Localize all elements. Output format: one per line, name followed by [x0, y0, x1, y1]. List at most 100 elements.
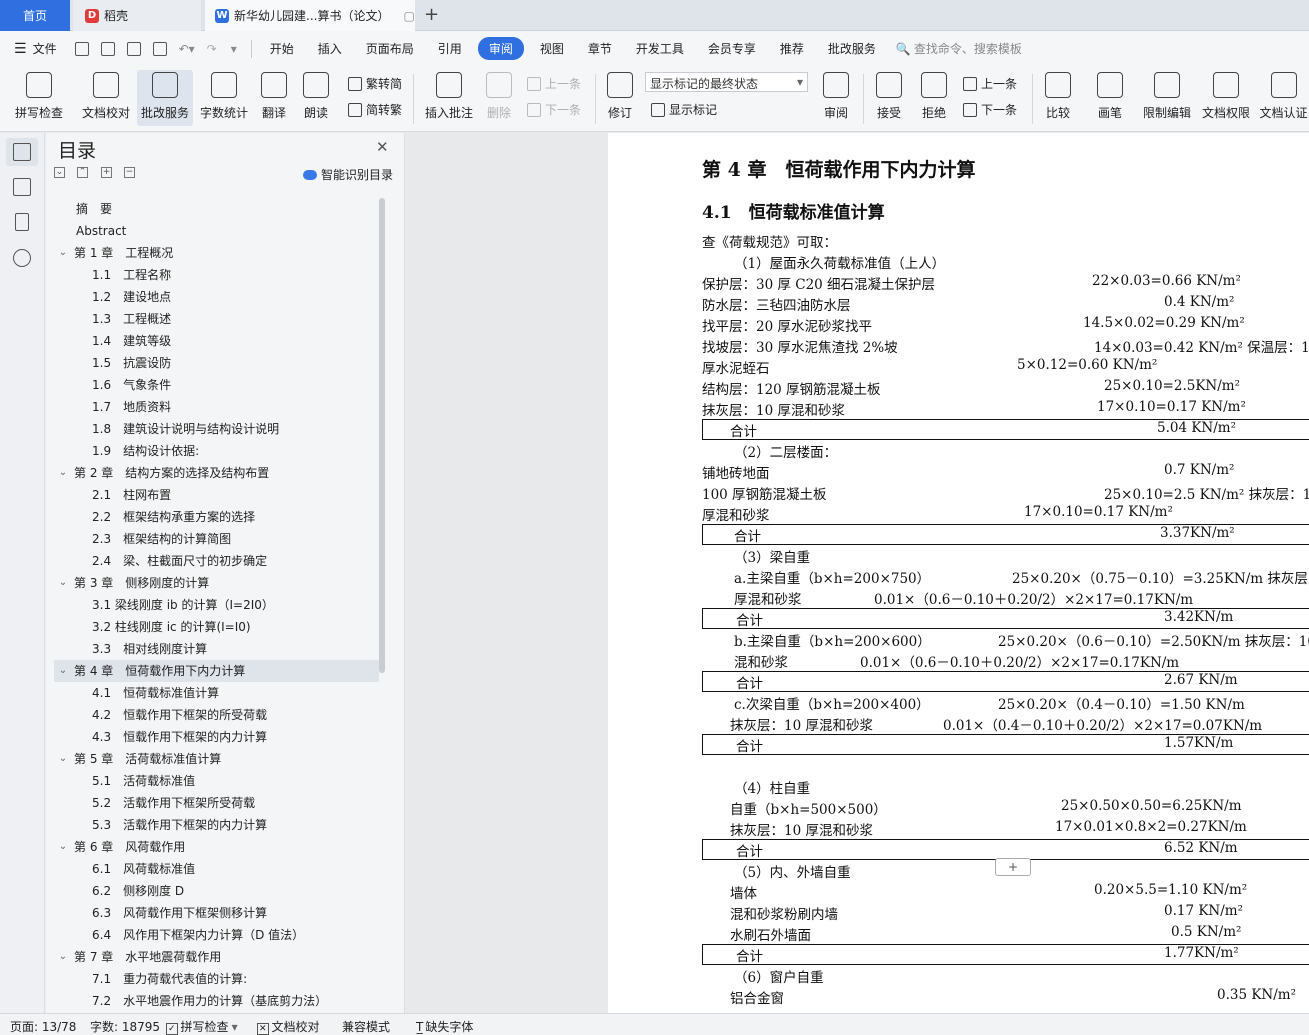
toc-item[interactable]: 6.4 风作用下框架内力计算（D 值法） — [54, 924, 379, 946]
redo-icon[interactable]: ↷ — [207, 42, 217, 56]
toc-item[interactable]: 1.6 气象条件 — [54, 374, 379, 396]
toc-item[interactable]: 3.1 梁线刚度 ib 的计算（I=2I0） — [54, 594, 379, 616]
tab-close-icon[interactable]: ▢ — [403, 9, 414, 23]
toc-item[interactable]: 1.2 建设地点 — [54, 286, 379, 308]
read-aloud-button[interactable]: 朗读 — [298, 70, 334, 126]
prev-comment-button[interactable]: 上一条 — [527, 75, 581, 92]
new-tab-button[interactable]: + — [424, 4, 439, 25]
reject-button[interactable]: 拒绝 — [916, 70, 952, 126]
chevron-down-icon[interactable]: ⌄ — [58, 748, 68, 770]
doc-proof-button[interactable]: 文档校对 — [78, 70, 134, 126]
toc-item[interactable]: 5.2 活载作用下框架所受荷载 — [54, 792, 379, 814]
chevron-down-icon[interactable]: ⌄ — [58, 462, 68, 484]
export-icon[interactable] — [100, 41, 115, 56]
save-icon[interactable] — [74, 41, 89, 56]
chevron-down-icon[interactable]: ⌄ — [58, 836, 68, 858]
toc-item[interactable]: 1.5 抗震设防 — [54, 352, 379, 374]
toc-item[interactable]: 1.3 工程概述 — [54, 308, 379, 330]
toc-item[interactable]: 7.2 水平地震作用力的计算（基底剪力法） — [54, 990, 379, 1008]
menu-reference[interactable]: 引用 — [426, 40, 474, 57]
menu-developer[interactable]: 开发工具 — [624, 40, 696, 57]
toc-item[interactable]: 3.2 柱线刚度 ic 的计算(I=I0) — [54, 616, 379, 638]
toc-nav-icon[interactable] — [13, 143, 31, 161]
delete-comment-button[interactable]: 删除 — [481, 70, 517, 126]
menu-review[interactable]: 审阅 — [477, 37, 524, 60]
toc-item[interactable]: 2.2 框架结构承重方案的选择 — [54, 506, 379, 528]
menu-chapter[interactable]: 章节 — [576, 40, 624, 57]
toc-item[interactable]: ⌄ 第 3 章 侧移刚度的计算 — [54, 572, 379, 594]
command-search-input[interactable]: 查找命令、搜索模板 — [914, 40, 1022, 57]
toc-item[interactable]: 2.4 梁、柱截面尺寸的初步确定 — [54, 550, 379, 572]
translate-button[interactable]: 翻译 — [256, 70, 292, 126]
trad-to-simp-button[interactable]: 繁转简 — [348, 75, 402, 92]
tab-daoke[interactable]: D 稻壳 — [73, 0, 201, 31]
tab-document[interactable]: W 新华幼儿园建...算书（论文） ▢ — [205, 0, 415, 31]
undo-icon[interactable]: ↶▾ — [179, 42, 195, 56]
toc-item[interactable]: Abstract — [54, 220, 379, 242]
toc-item[interactable]: 6.1 风荷载标准值 — [54, 858, 379, 880]
toc-item[interactable]: ⌄ 第 7 章 水平地震荷载作用 — [54, 946, 379, 968]
toc-item[interactable]: ⌄ 第 5 章 活荷载标准值计算 — [54, 748, 379, 770]
toc-item[interactable]: ⌄ 第 2 章 结构方案的选择及结构布置 — [54, 462, 379, 484]
toc-item[interactable]: 5.3 活载作用下框架的内力计算 — [54, 814, 379, 836]
hamburger-icon[interactable]: ☰ — [14, 41, 27, 57]
close-icon[interactable]: ✕ — [376, 138, 389, 156]
toc-item[interactable]: 1.7 地质资料 — [54, 396, 379, 418]
menu-insert[interactable]: 插入 — [306, 40, 354, 57]
prev-change-button[interactable]: 上一条 — [963, 75, 1017, 92]
status-spell-check[interactable]: ✓ 拼写检查 ▾ — [166, 1018, 238, 1035]
menu-start[interactable]: 开始 — [258, 40, 306, 57]
menu-recommend[interactable]: 推荐 — [768, 40, 816, 57]
tab-home[interactable]: 首页 — [0, 0, 70, 31]
show-markup-button[interactable]: 显示标记 — [651, 101, 717, 118]
toc-item[interactable]: ⌄ 第 6 章 风荷载作用 — [54, 836, 379, 858]
toc-item[interactable]: 1.9 结构设计依据: — [54, 440, 379, 462]
toc-item[interactable]: ⌄ 第 4 章 恒荷载作用下内力计算 — [54, 660, 379, 682]
toc-item[interactable]: 摘 要 — [54, 198, 379, 220]
menu-page-layout[interactable]: 页面布局 — [354, 40, 426, 57]
toc-item[interactable]: 2.1 柱网布置 — [54, 484, 379, 506]
smart-toc-button[interactable]: 智能识别目录 — [303, 166, 393, 183]
toc-remove-icon[interactable]: − — [124, 167, 135, 178]
print-preview-icon[interactable] — [152, 41, 167, 56]
next-comment-button[interactable]: 下一条 — [527, 101, 581, 118]
review-pane-button[interactable]: 审阅 — [818, 70, 854, 126]
toc-item[interactable]: 4.2 恒载作用下框架的所受荷载 — [54, 704, 379, 726]
toc-item[interactable]: 1.8 建筑设计说明与结构设计说明 — [54, 418, 379, 440]
toc-item[interactable]: 4.1 恒荷载标准值计算 — [54, 682, 379, 704]
spell-check-button[interactable]: 拼写检查 — [8, 70, 70, 126]
restrict-edit-button[interactable]: 限制编辑 — [1140, 70, 1194, 126]
print-icon[interactable] — [126, 41, 141, 56]
toc-item[interactable]: 1.4 建筑等级 — [54, 330, 379, 352]
chevron-down-icon[interactable]: ⌄ — [58, 572, 68, 594]
doc-permission-button[interactable]: 文档权限 — [1199, 70, 1253, 126]
toc-expand-up-icon[interactable]: ⌃ — [77, 167, 88, 178]
toc-item[interactable]: 4.3 恒载作用下框架的内力计算 — [54, 726, 379, 748]
quick-access-more-icon[interactable]: ▾ — [231, 42, 237, 56]
markup-state-select[interactable]: 显示标记的最终状态 ▾ — [645, 72, 808, 92]
toc-add-icon[interactable]: + — [101, 167, 112, 178]
missing-font-button[interactable]: T̲ 缺失字体 — [416, 1018, 473, 1035]
page-indicator[interactable]: 页面: 13/78 — [10, 1018, 76, 1035]
toc-item[interactable]: 1.1 工程名称 — [54, 264, 379, 286]
toc-scrollbar[interactable] — [379, 198, 385, 673]
revise-button[interactable]: 修订 — [602, 70, 638, 126]
chevron-down-icon[interactable]: ⌄ — [58, 242, 68, 264]
pen-button[interactable]: 画笔 — [1092, 70, 1128, 126]
status-doc-proof[interactable]: ✕ 文档校对 — [257, 1018, 320, 1035]
chevron-down-icon[interactable]: ⌄ — [58, 660, 68, 682]
toc-item[interactable]: ⌄ 第 1 章 工程概况 — [54, 242, 379, 264]
accept-button[interactable]: 接受 — [871, 70, 907, 126]
menu-member[interactable]: 会员专享 — [696, 40, 768, 57]
toc-item[interactable]: 6.2 侧移刚度 D — [54, 880, 379, 902]
toc-item[interactable]: 3.3 相对线刚度计算 — [54, 638, 379, 660]
toc-item[interactable]: 2.3 框架结构的计算简图 — [54, 528, 379, 550]
toc-item[interactable]: 5.1 活荷载标准值 — [54, 770, 379, 792]
toc-collapse-all-icon[interactable]: ⌄ — [54, 167, 65, 178]
bookmark-icon[interactable] — [15, 213, 29, 231]
word-count-indicator[interactable]: 字数: 18795 — [90, 1018, 160, 1035]
simp-to-trad-button[interactable]: 简转繁 — [348, 101, 402, 118]
doc-cert-button[interactable]: 文档认证 — [1258, 70, 1309, 126]
chapter-nav-icon[interactable] — [13, 178, 31, 196]
menu-view[interactable]: 视图 — [528, 40, 576, 57]
